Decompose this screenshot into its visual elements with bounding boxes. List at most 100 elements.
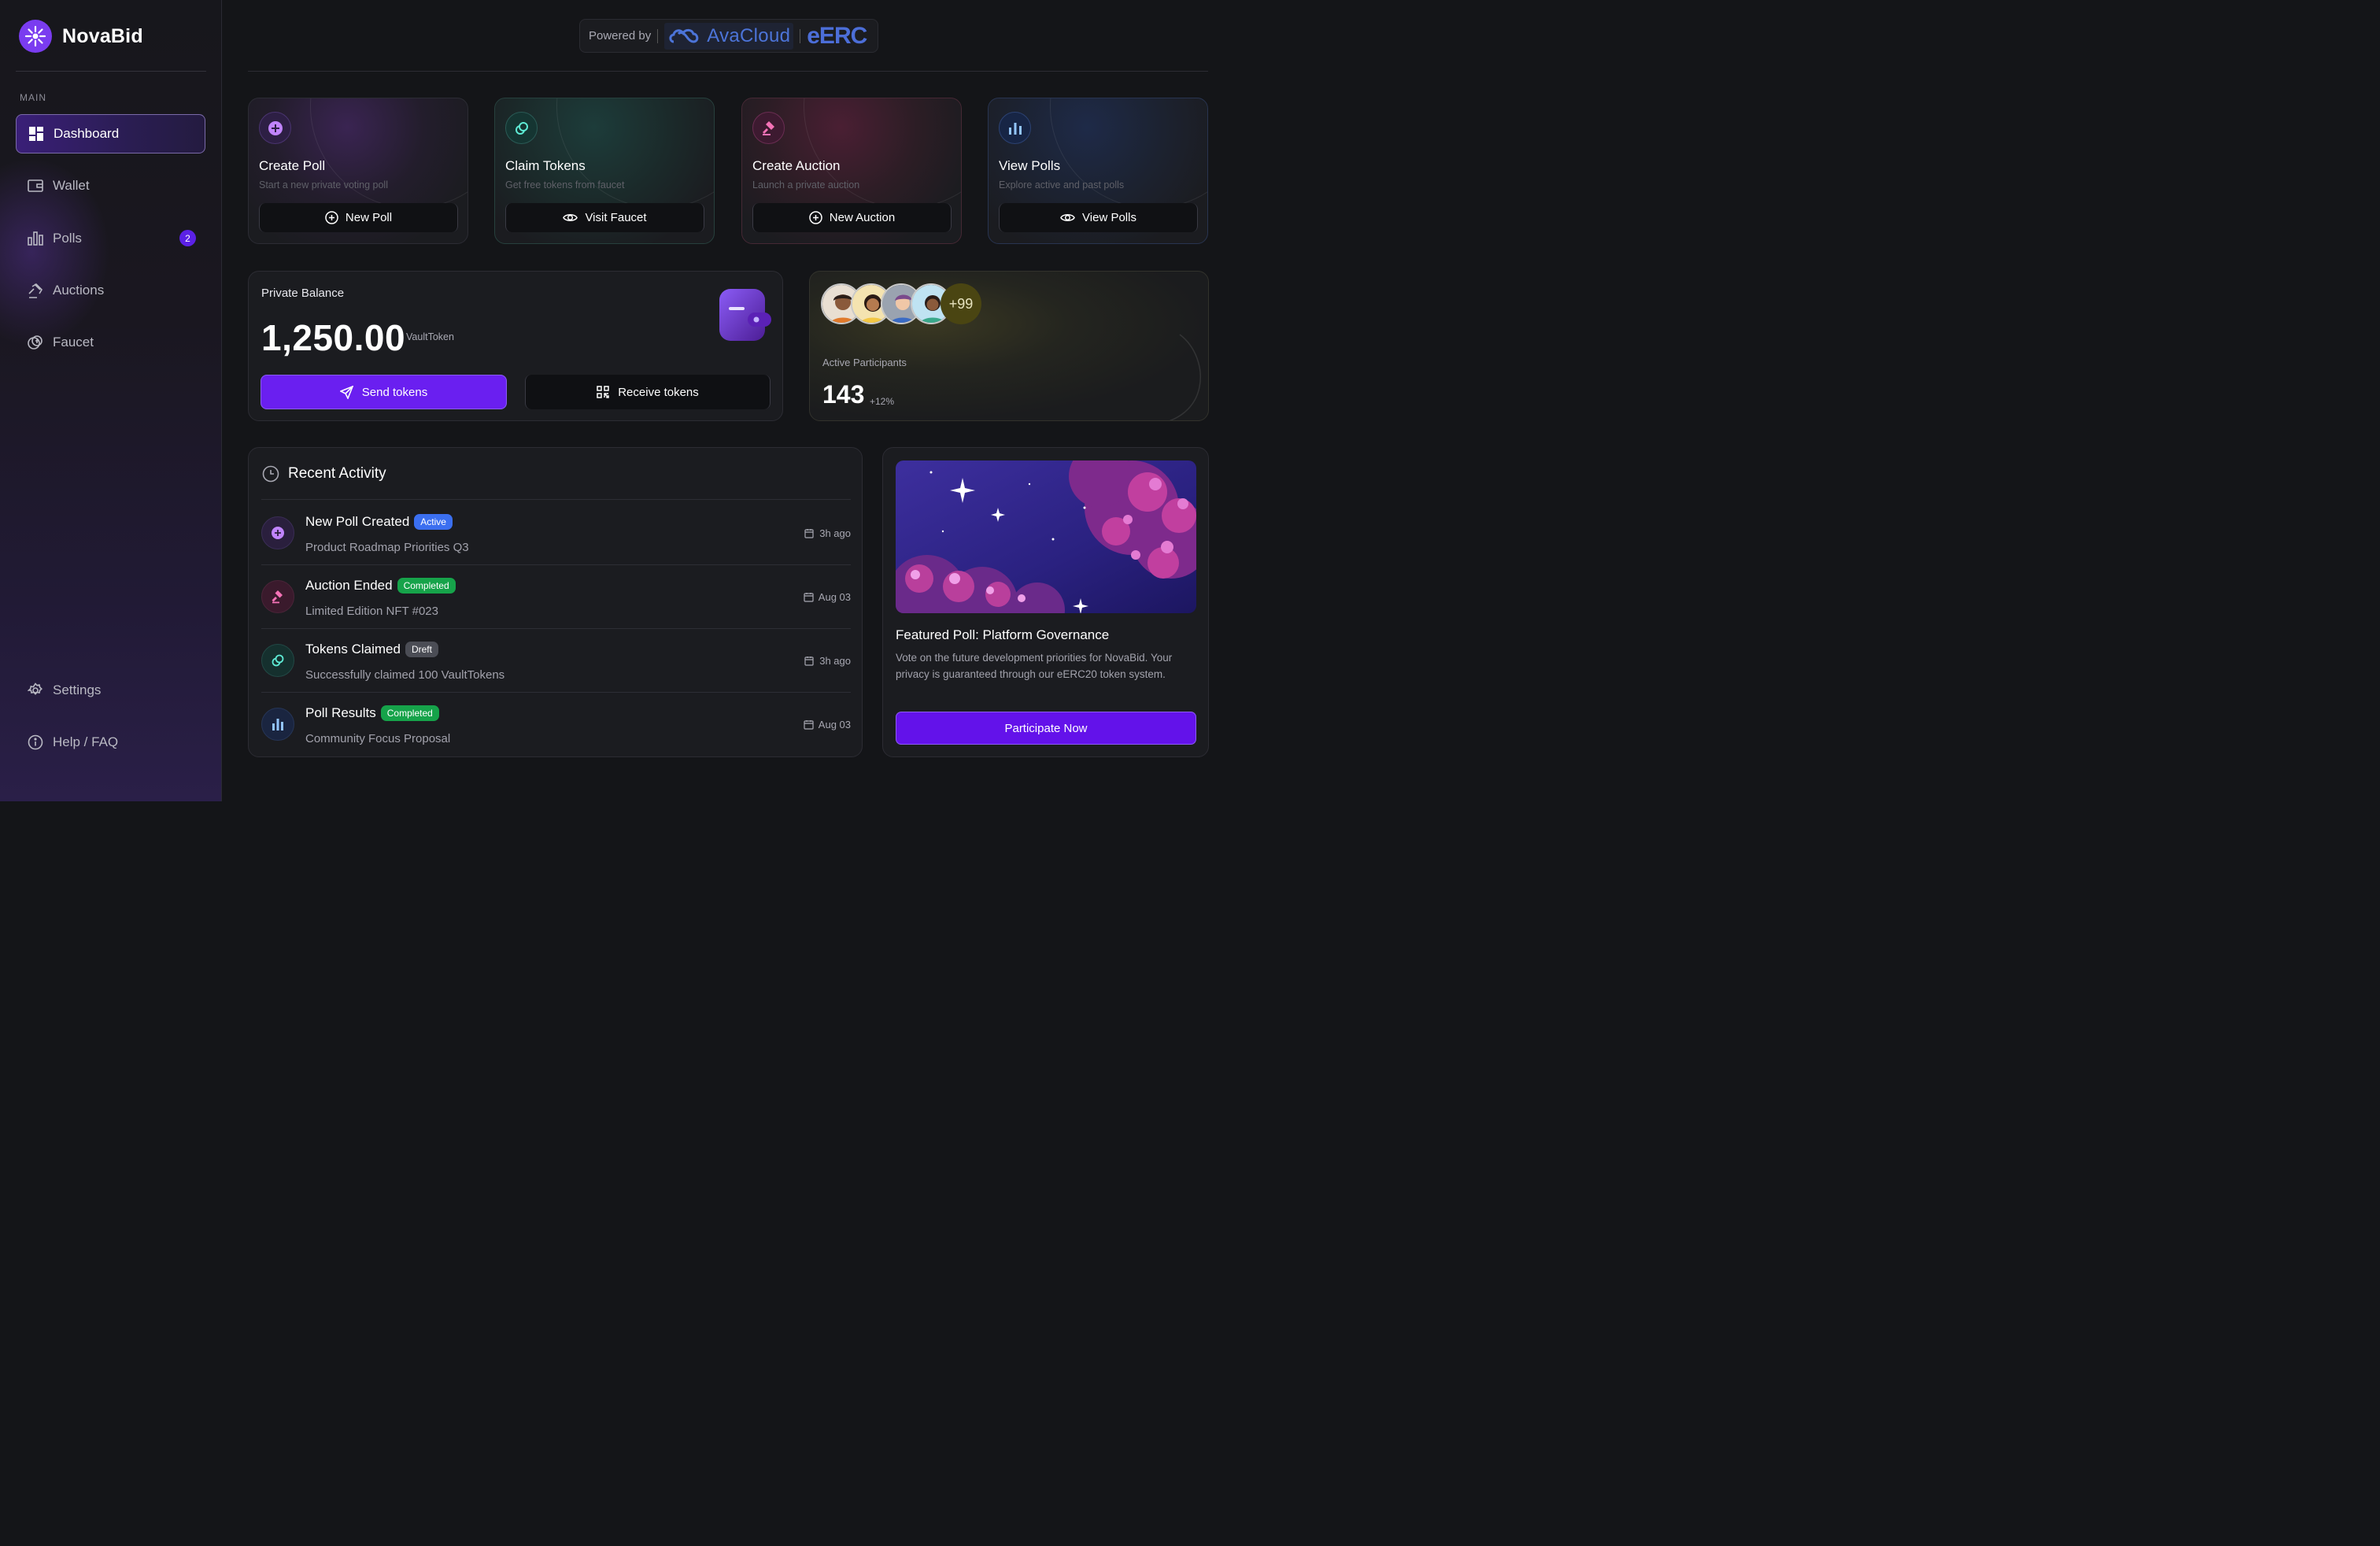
- sidebar-item-label: Polls: [53, 231, 82, 246]
- powered-by-label: Powered by: [589, 29, 652, 43]
- view-polls-button[interactable]: View Polls: [999, 203, 1198, 232]
- plus-circle-icon: [809, 211, 822, 224]
- partner-name: AvaCloud: [707, 24, 791, 46]
- activity-title: Poll Results: [305, 705, 376, 720]
- coins-icon: [505, 112, 538, 144]
- qr-code-icon: [597, 386, 609, 398]
- bar-chart-icon: [999, 112, 1031, 144]
- card-subtitle: Get free tokens from faucet: [505, 179, 625, 190]
- sidebar-item-auctions[interactable]: Auctions: [16, 271, 205, 310]
- plus-circle-icon: [261, 516, 294, 549]
- button-label: View Polls: [1082, 211, 1136, 224]
- activity-time-label: 3h ago: [819, 655, 851, 667]
- cloud-icon: [669, 28, 699, 43]
- recent-activity-card: Recent Activity New Poll Created Active …: [248, 447, 863, 757]
- sidebar-item-help[interactable]: Help / FAQ: [16, 723, 205, 762]
- activity-title-wrap: New Poll Created Active: [305, 514, 453, 530]
- sidebar-divider: [16, 71, 206, 72]
- card-title: View Polls: [999, 158, 1061, 173]
- activity-row[interactable]: Poll Results Completed Community Focus P…: [261, 693, 851, 756]
- status-badge: Completed: [397, 578, 456, 594]
- activity-time-label: 3h ago: [819, 527, 851, 539]
- decorative-arc: [556, 98, 714, 209]
- bar-chart-icon: [261, 708, 294, 741]
- new-auction-button[interactable]: New Auction: [752, 203, 952, 232]
- sidebar-section-label: MAIN: [20, 92, 46, 103]
- activity-time: 3h ago: [804, 527, 851, 539]
- activity-title-wrap: Auction Ended Completed: [305, 578, 456, 594]
- eye-icon: [563, 214, 578, 221]
- activity-title: Auction Ended: [305, 578, 393, 593]
- calendar-clock-icon: [804, 656, 814, 666]
- info-icon: [28, 734, 43, 750]
- polls-icon: [28, 231, 43, 246]
- sidebar-item-faucet[interactable]: Faucet: [16, 323, 205, 362]
- active-participants-card: +99 Active Participants 143 +12%: [809, 271, 1209, 421]
- calendar-clock-icon: [804, 529, 814, 538]
- create-poll-card: Create Poll Start a new private voting p…: [248, 98, 468, 244]
- activity-row[interactable]: New Poll Created Active Product Roadmap …: [261, 501, 851, 564]
- participate-now-button[interactable]: Participate Now: [896, 712, 1196, 745]
- partner-logo: AvaCloud: [664, 22, 794, 50]
- sidebar-item-label: Settings: [53, 682, 102, 697]
- button-label: New Poll: [345, 211, 393, 224]
- plus-circle-icon: [325, 211, 338, 224]
- status-badge: Completed: [380, 705, 439, 721]
- brand-logo-icon: [19, 20, 52, 53]
- private-balance-card: Private Balance 1,250.00 VaultToken Send…: [248, 271, 783, 421]
- activity-title-wrap: Poll Results Completed: [305, 705, 439, 721]
- sidebar-item-label: Wallet: [53, 178, 90, 193]
- sidebar-item-wallet[interactable]: Wallet: [16, 166, 205, 205]
- participants-count: 143: [822, 380, 865, 409]
- gavel-icon: [28, 283, 43, 298]
- sidebar-item-settings[interactable]: Settings: [16, 671, 205, 710]
- sidebar-item-label: Faucet: [53, 335, 94, 350]
- card-title: Create Poll: [259, 158, 326, 173]
- send-tokens-button[interactable]: Send tokens: [261, 375, 507, 409]
- header-divider: [248, 71, 1208, 72]
- activity-row[interactable]: Tokens Claimed Dreft Successfully claime…: [261, 629, 851, 692]
- decorative-arc: [1169, 334, 1201, 420]
- activity-time: 3h ago: [804, 655, 851, 667]
- card-title: Claim Tokens: [505, 158, 586, 173]
- new-poll-button[interactable]: New Poll: [259, 203, 458, 232]
- partner-product: eERC: [807, 22, 867, 49]
- activity-subtitle: Limited Edition NFT #023: [305, 605, 438, 618]
- featured-poll-title: Featured Poll: Platform Governance: [896, 627, 1110, 642]
- calendar-icon: [804, 593, 814, 602]
- sidebar-item-dashboard[interactable]: Dashboard: [16, 114, 205, 153]
- sidebar-item-label: Dashboard: [54, 126, 120, 141]
- more-participants-count: +99: [941, 283, 981, 324]
- button-label: New Auction: [829, 211, 896, 224]
- card-subtitle: Explore active and past polls: [999, 179, 1125, 190]
- wallet-illustration-icon: [718, 286, 773, 342]
- sidebar: NovaBid MAIN Dashboard Wallet Polls 2 Au…: [0, 0, 222, 801]
- featured-poll-description: Vote on the future development prioritie…: [896, 652, 1173, 680]
- button-label: Visit Faucet: [585, 211, 647, 224]
- gavel-icon: [261, 580, 294, 613]
- brand[interactable]: NovaBid: [19, 20, 143, 53]
- participant-avatars[interactable]: +99: [821, 283, 981, 324]
- wallet-icon: [28, 178, 43, 194]
- powered-by-banner[interactable]: Powered by AvaCloud eERC: [579, 19, 878, 53]
- sidebar-item-polls[interactable]: Polls 2: [16, 219, 205, 258]
- button-label: Receive tokens: [618, 385, 699, 399]
- dashboard-icon: [28, 126, 44, 142]
- receive-tokens-button[interactable]: Receive tokens: [525, 375, 771, 409]
- visit-faucet-button[interactable]: Visit Faucet: [505, 203, 704, 232]
- sidebar-item-label: Help / FAQ: [53, 734, 119, 749]
- card-title: Create Auction: [752, 158, 841, 173]
- coins-icon: [28, 335, 43, 350]
- featured-poll-image: [896, 460, 1196, 613]
- activity-title: Tokens Claimed: [305, 642, 401, 656]
- brand-name: NovaBid: [62, 24, 143, 47]
- activity-row[interactable]: Auction Ended Completed Limited Edition …: [261, 565, 851, 628]
- activity-subtitle: Product Roadmap Priorities Q3: [305, 541, 469, 554]
- featured-poll-card: Featured Poll: Platform Governance Vote …: [882, 447, 1209, 757]
- decorative-arc: [1050, 98, 1207, 209]
- plus-circle-icon: [259, 112, 291, 144]
- balance-label: Private Balance: [261, 287, 345, 300]
- participants-delta: +12%: [870, 396, 895, 407]
- recent-activity-title: Recent Activity: [288, 465, 386, 482]
- polls-count-badge: 2: [179, 230, 196, 246]
